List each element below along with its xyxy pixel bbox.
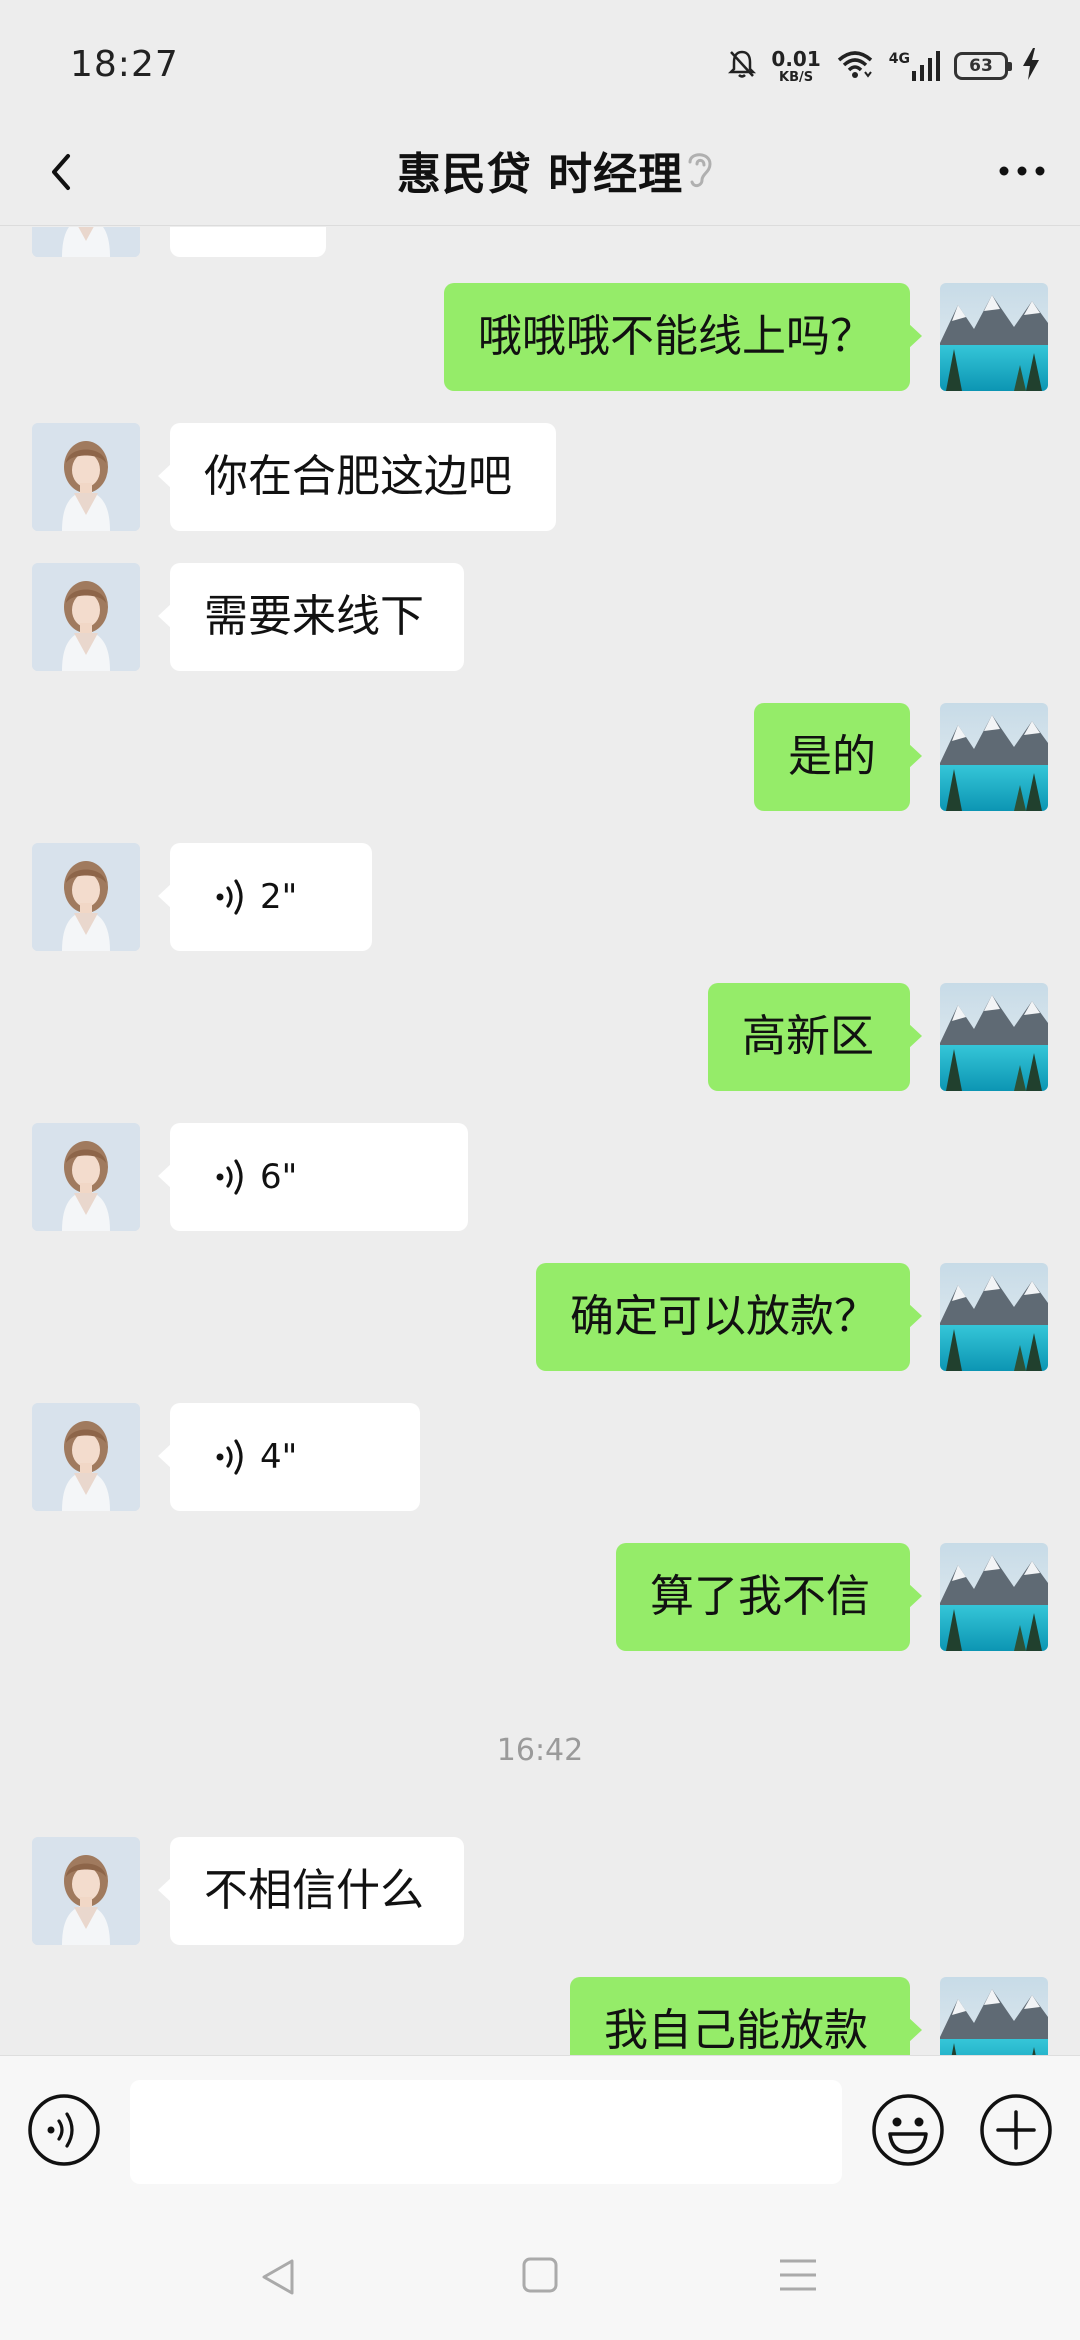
nav-back-button[interactable] <box>256 2255 300 2299</box>
page-title: 惠民贷 时经理 <box>396 149 684 200</box>
voice-wave-icon <box>216 1159 243 1195</box>
more-functions-button[interactable] <box>978 2092 1054 2168</box>
self-avatar[interactable] <box>940 283 1048 391</box>
message-bubble-self[interactable]: 算了我不信 <box>616 1543 922 1651</box>
voice-message-bubble[interactable]: 2" <box>158 843 372 951</box>
message-bubble-self[interactable]: 我自己能放款 <box>570 1977 922 2055</box>
peer-avatar[interactable] <box>32 227 140 257</box>
self-avatar[interactable] <box>940 1543 1048 1651</box>
net-speed: 0.01 KB/S <box>771 46 821 85</box>
self-avatar[interactable] <box>940 1263 1048 1371</box>
nav-back-icon <box>262 2259 294 2295</box>
ear-icon <box>680 144 720 194</box>
message-bubble-peer[interactable]: 需要来线下 <box>158 563 464 671</box>
self-avatar[interactable] <box>940 703 1048 811</box>
emoji-button[interactable] <box>870 2092 946 2168</box>
emoji-icon <box>872 2094 944 2166</box>
peer-avatar[interactable] <box>32 563 140 671</box>
message-bubble-partial[interactable] <box>170 227 326 257</box>
message-bubble-self[interactable]: 高新区 <box>708 983 922 1091</box>
voice-input-button[interactable] <box>26 2092 102 2168</box>
charging-icon <box>1022 48 1040 84</box>
wifi-icon <box>835 48 875 84</box>
voice-wave-icon <box>216 879 243 915</box>
mute-bell-icon <box>727 48 757 84</box>
voice-message-bubble[interactable]: 4" <box>158 1403 420 1511</box>
message-timestamp: 16:42 <box>496 1733 584 1768</box>
message-input[interactable] <box>130 2080 842 2184</box>
input-bar <box>0 2055 1080 2205</box>
self-avatar[interactable] <box>940 1977 1048 2055</box>
peer-avatar[interactable] <box>32 1403 140 1511</box>
system-nav-bar <box>0 2205 1080 2340</box>
message-bubble-self[interactable]: 确定可以放款？ <box>536 1263 922 1371</box>
chat-header: 惠民贷 时经理 <box>0 120 1080 226</box>
message-bubble-self[interactable]: 是的 <box>754 703 922 811</box>
self-avatar[interactable] <box>940 983 1048 1091</box>
peer-avatar[interactable] <box>32 1123 140 1231</box>
status-time: 18:27 <box>70 44 179 85</box>
message-bubble-peer[interactable]: 不相信什么 <box>158 1837 464 1945</box>
message-bubble-self[interactable]: 哦哦哦不能线上吗？ <box>444 283 922 391</box>
voice-message-bubble[interactable]: 6" <box>158 1123 468 1231</box>
nav-menu-button[interactable] <box>778 2257 818 2293</box>
peer-avatar[interactable] <box>32 843 140 951</box>
nav-home-button[interactable] <box>520 2255 560 2295</box>
nav-menu-icon <box>780 2259 816 2291</box>
voice-input-icon <box>28 2094 100 2166</box>
voice-duration: 2" <box>260 877 298 917</box>
message-bubble-peer[interactable]: 你在合肥这边吧 <box>158 423 556 531</box>
more-icon <box>999 166 1045 176</box>
peer-avatar[interactable] <box>32 1837 140 1945</box>
status-bar: 18:27 0.01 KB/S 4G 63 <box>0 0 1080 120</box>
peer-avatar[interactable] <box>32 423 140 531</box>
chat-messages[interactable]: 哦哦哦不能线上吗？ 你在合肥这边吧 需要来线下 是的 2" 高新区 6" 确定可… <box>0 227 1080 2055</box>
more-button[interactable] <box>992 146 1052 196</box>
nav-home-icon <box>522 2257 558 2293</box>
plus-icon <box>980 2094 1052 2166</box>
cellular-4g-icon: 4G <box>889 51 940 81</box>
voice-duration: 6" <box>260 1157 298 1197</box>
battery-icon: 63 <box>954 52 1012 80</box>
voice-duration: 4" <box>260 1437 298 1477</box>
status-icons: 0.01 KB/S 4G 63 <box>727 46 1040 86</box>
voice-wave-icon <box>216 1439 243 1475</box>
